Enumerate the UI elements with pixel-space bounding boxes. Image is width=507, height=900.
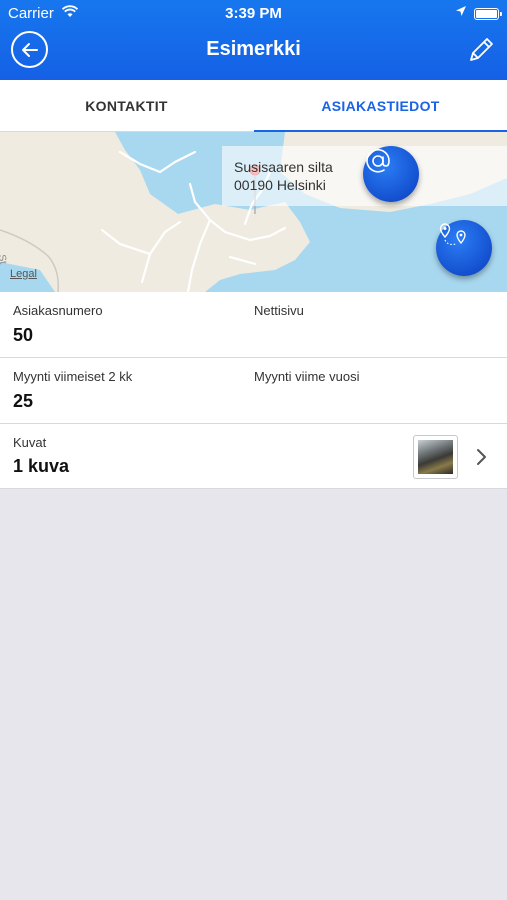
image-thumbnail[interactable]	[413, 435, 458, 479]
legal-link[interactable]: Legal	[10, 268, 37, 280]
website-label: Nettisivu	[254, 303, 304, 318]
customer-number-row: Asiakasnumero 50 Nettisivu	[0, 292, 507, 358]
images-label: Kuvat	[13, 435, 47, 450]
thumbnail-photo	[418, 440, 453, 474]
pencil-icon	[470, 38, 493, 61]
address-postal: 00190 Helsinki	[234, 177, 326, 193]
location-arrow-icon	[455, 4, 467, 21]
at-sign-icon	[366, 149, 390, 173]
svg-text:St: St	[0, 254, 8, 265]
tab-bar: KONTAKTIT ASIAKASTIEDOT	[0, 80, 507, 133]
status-bar: Carrier 3:39 PM	[0, 0, 507, 28]
sales-last-year-label: Myynti viime vuosi	[254, 369, 360, 384]
route-icon	[439, 223, 466, 246]
edit-button[interactable]	[465, 34, 497, 66]
customer-number-value: 50	[13, 325, 34, 345]
images-value: 1 kuva	[13, 456, 70, 476]
tab-kontaktit[interactable]: KONTAKTIT	[0, 80, 253, 132]
sales-2-months-label: Myynti viimeiset 2 kk	[13, 369, 133, 384]
sales-2-months-value: 25	[13, 391, 34, 411]
page-title: Esimerkki	[206, 38, 301, 60]
tab-asiakastiedot[interactable]: ASIAKASTIEDOT	[254, 80, 507, 133]
address-street: Susisaaren silta	[234, 159, 333, 175]
navigate-button[interactable]	[436, 220, 492, 276]
email-button[interactable]	[363, 146, 419, 202]
images-row[interactable]: Kuvat 1 kuva	[0, 424, 507, 489]
customer-number-label: Asiakasnumero	[13, 303, 103, 318]
battery-icon	[474, 8, 502, 20]
chevron-right-icon[interactable]	[475, 447, 489, 472]
sales-row: Myynti viimeiset 2 kk 25 Myynti viime vu…	[0, 358, 507, 424]
status-time: 3:39 PM	[225, 5, 282, 22]
map-view[interactable]: St Susisaaren silta 00190 Helsinki Legal	[0, 132, 507, 292]
app-header: Carrier 3:39 PM Esimerkki	[0, 0, 507, 80]
